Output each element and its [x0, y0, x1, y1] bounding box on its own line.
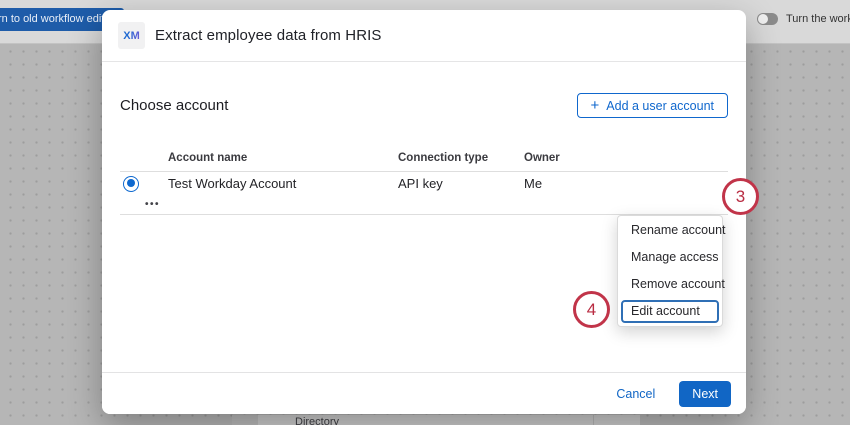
background-panel-fragment [232, 415, 258, 425]
modal-footer: Cancel Next [102, 372, 746, 414]
cell-account-name: Test Workday Account [168, 176, 398, 191]
cancel-button[interactable]: Cancel [616, 387, 655, 401]
annotation-step-3: 3 [722, 178, 759, 215]
accounts-table-header: Account name Connection type Owner [120, 144, 728, 172]
panel-divider [593, 415, 594, 425]
choose-account-title: Choose account [120, 97, 228, 114]
table-row[interactable]: Test Workday Account API key Me ••• [120, 172, 728, 215]
row-more-options-button[interactable]: ••• [145, 199, 160, 210]
menu-item-remove-account[interactable]: Remove account [618, 271, 722, 298]
account-options-menu: Rename account Manage access Remove acco… [617, 215, 723, 327]
header-connection-type: Connection type [398, 152, 524, 164]
background-directory-panel: Directory [258, 415, 640, 425]
add-user-account-button[interactable]: + Add a user account [577, 93, 728, 118]
next-button[interactable]: Next [679, 381, 731, 407]
header-account-name: Account name [168, 152, 398, 164]
workflow-toggle-group: Turn the work [757, 13, 850, 25]
screen: rn to old workflow editor Turn the work … [0, 0, 850, 425]
extract-hris-modal: XM Extract employee data from HRIS Choos… [102, 10, 746, 414]
cell-owner: Me [524, 176, 728, 191]
header-owner: Owner [524, 152, 728, 164]
xm-logo: XM [118, 22, 145, 49]
workflow-toggle[interactable] [757, 13, 778, 25]
annotation-step-4: 4 [573, 291, 610, 328]
toggle-knob-icon [758, 14, 768, 24]
accounts-table: Account name Connection type Owner Test … [120, 144, 728, 215]
menu-item-rename-account[interactable]: Rename account [618, 217, 722, 244]
cell-connection-type: API key [398, 176, 524, 191]
add-user-account-label: Add a user account [606, 99, 714, 113]
directory-label: Directory [295, 416, 339, 425]
account-radio-selected[interactable] [123, 176, 139, 192]
modal-header: XM Extract employee data from HRIS [102, 10, 746, 62]
workflow-toggle-label: Turn the work [786, 13, 850, 25]
modal-body: Choose account + Add a user account Acco… [102, 93, 746, 215]
menu-item-edit-account[interactable]: Edit account [621, 300, 719, 323]
plus-icon: + [591, 98, 600, 113]
menu-item-manage-access[interactable]: Manage access [618, 244, 722, 271]
modal-title: Extract employee data from HRIS [155, 27, 382, 44]
xm-logo-text: XM [123, 30, 140, 42]
